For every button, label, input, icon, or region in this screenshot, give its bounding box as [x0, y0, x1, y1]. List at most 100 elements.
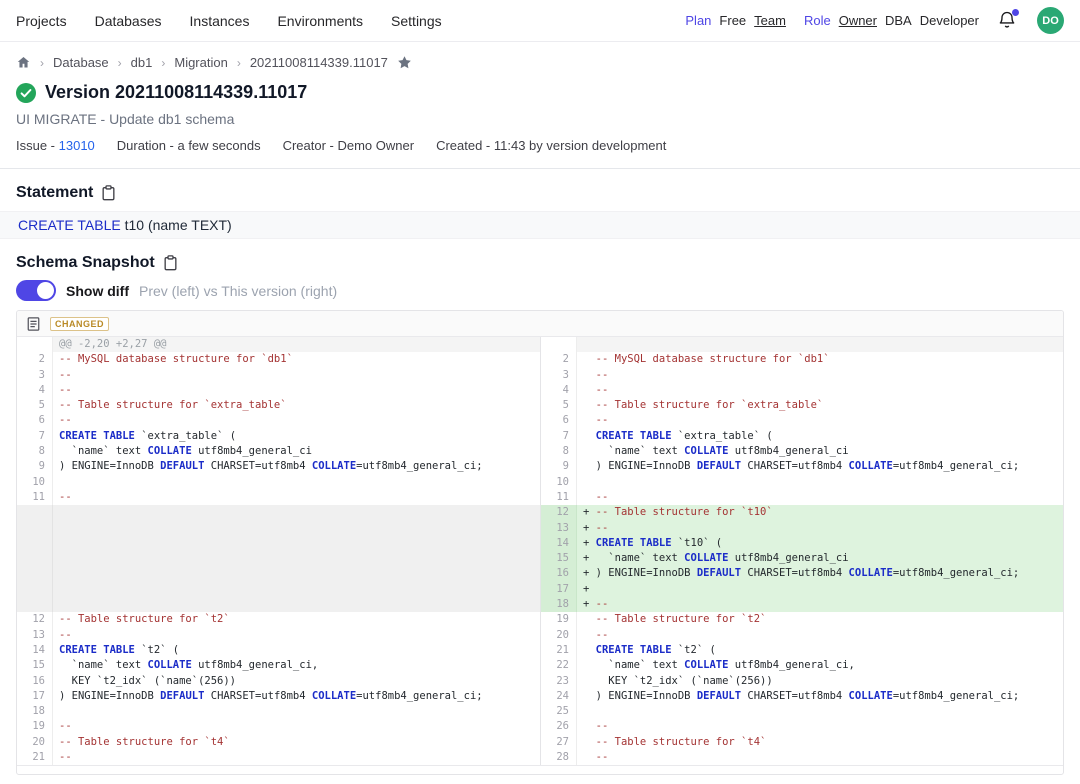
notifications-button[interactable] — [997, 10, 1019, 32]
issue-link[interactable]: 13010 — [59, 138, 95, 153]
copy-statement-button[interactable] — [101, 185, 116, 201]
line-number — [17, 337, 53, 352]
line-content: -- — [577, 628, 1063, 643]
show-diff-toggle[interactable] — [16, 280, 56, 301]
version-header: Version 20211008114339.11017 — [16, 82, 1064, 103]
nav-item-instances[interactable]: Instances — [190, 13, 250, 29]
line-content — [53, 551, 540, 566]
diff-line: 12-- Table structure for `t2` — [17, 612, 540, 627]
role-option-owner[interactable]: Owner — [839, 13, 877, 28]
line-content — [53, 597, 540, 612]
diff-toggle-row: Show diff Prev (left) vs This version (r… — [16, 280, 1064, 301]
diff-line: 18 — [17, 704, 540, 719]
diff-line: 4 -- — [541, 383, 1063, 398]
diff-line-placeholder — [17, 597, 540, 612]
line-number: 16 — [541, 566, 577, 581]
line-content — [577, 337, 1063, 352]
line-content: CREATE TABLE `t2` ( — [577, 643, 1063, 658]
diff-line: 20-- Table structure for `t4` — [17, 735, 540, 750]
diff-line: 24 ) ENGINE=InnoDB DEFAULT CHARSET=utf8m… — [541, 689, 1063, 704]
line-content: -- Table structure for `t2` — [577, 612, 1063, 627]
diff-line: 6-- — [17, 413, 540, 428]
diff-header: CHANGED — [17, 311, 1063, 337]
line-number: 17 — [17, 689, 53, 704]
diff-hunk-header: @@ -2,20 +2,27 @@ — [17, 337, 540, 352]
diff-body[interactable]: @@ -2,20 +2,27 @@2-- MySQL database stru… — [17, 337, 1063, 765]
version-meta: Issue - 13010Duration - a few secondsCre… — [16, 138, 1064, 153]
version-subtitle: UI MIGRATE - Update db1 schema — [16, 111, 1064, 127]
line-content: -- — [53, 490, 540, 505]
line-number: 21 — [17, 750, 53, 765]
breadcrumb: ›Database›db1›Migration›20211008114339.1… — [16, 55, 1064, 70]
line-number: 9 — [541, 459, 577, 474]
statement-section-header: Statement — [16, 184, 1064, 202]
breadcrumb-item[interactable]: 20211008114339.11017 — [250, 55, 388, 70]
line-number: 19 — [541, 612, 577, 627]
line-content: -- — [577, 490, 1063, 505]
diff-line-placeholder — [17, 536, 540, 551]
breadcrumb-item[interactable]: db1 — [131, 55, 153, 70]
diff-line: 11-- — [17, 490, 540, 505]
diff-line: 26 -- — [541, 719, 1063, 734]
diff-line: 7 CREATE TABLE `extra_table` ( — [541, 429, 1063, 444]
statement-title: Statement — [16, 184, 93, 202]
line-content: ) ENGINE=InnoDB DEFAULT CHARSET=utf8mb4 … — [53, 459, 540, 474]
line-number: 10 — [17, 475, 53, 490]
line-content — [53, 505, 540, 520]
favorite-star-icon[interactable] — [397, 55, 412, 70]
diff-line: 27 -- Table structure for `t4` — [541, 735, 1063, 750]
line-number: 7 — [541, 429, 577, 444]
diff-line: 9) ENGINE=InnoDB DEFAULT CHARSET=utf8mb4… — [17, 459, 540, 474]
snapshot-title: Schema Snapshot — [16, 254, 155, 272]
toggle-knob — [37, 282, 54, 299]
line-number: 24 — [541, 689, 577, 704]
avatar[interactable]: DO — [1037, 7, 1064, 34]
role-option-dba[interactable]: DBA — [885, 13, 912, 28]
breadcrumb-item[interactable]: Migration — [174, 55, 227, 70]
line-content: -- Table structure for `extra_table` — [53, 398, 540, 413]
line-number: 6 — [17, 413, 53, 428]
line-content: @@ -2,20 +2,27 @@ — [53, 337, 540, 352]
line-number: 5 — [541, 398, 577, 413]
diff-line: 19 -- Table structure for `t2` — [541, 612, 1063, 627]
line-content: KEY `t2_idx` (`name`(256)) — [53, 674, 540, 689]
line-number: 25 — [541, 704, 577, 719]
file-icon — [27, 317, 40, 331]
line-content — [53, 521, 540, 536]
line-number: 12 — [541, 505, 577, 520]
line-number: 15 — [17, 658, 53, 673]
line-content: -- Table structure for `extra_table` — [577, 398, 1063, 413]
line-number — [17, 521, 53, 536]
diff-line-added: 17+ — [541, 582, 1063, 597]
breadcrumb-item[interactable]: Database — [53, 55, 109, 70]
line-number — [17, 536, 53, 551]
plan-upgrade-link[interactable]: Team — [754, 13, 786, 28]
line-content — [53, 475, 540, 490]
line-number: 2 — [17, 352, 53, 367]
diff-line: 6 -- — [541, 413, 1063, 428]
diff-line: 20 -- — [541, 628, 1063, 643]
diff-line: 2-- MySQL database structure for `db1` — [17, 352, 540, 367]
diff-line: 10 — [541, 475, 1063, 490]
line-number: 11 — [17, 490, 53, 505]
nav-item-databases[interactable]: Databases — [95, 13, 162, 29]
line-content: + -- Table structure for `t10` — [577, 505, 1063, 520]
home-icon[interactable] — [16, 55, 31, 70]
line-number — [17, 566, 53, 581]
plan-value: Free — [719, 13, 746, 28]
nav-item-environments[interactable]: Environments — [277, 13, 363, 29]
diff-line: 15 `name` text COLLATE utf8mb4_general_c… — [17, 658, 540, 673]
line-number: 8 — [17, 444, 53, 459]
page-title: Version 20211008114339.11017 — [45, 82, 307, 103]
line-number: 23 — [541, 674, 577, 689]
role-option-developer[interactable]: Developer — [920, 13, 979, 28]
nav-item-settings[interactable]: Settings — [391, 13, 442, 29]
diff-line: 8 `name` text COLLATE utf8mb4_general_ci — [17, 444, 540, 459]
line-number: 27 — [541, 735, 577, 750]
nav-item-projects[interactable]: Projects — [16, 13, 67, 29]
line-content: -- — [577, 750, 1063, 765]
breadcrumb-separator: › — [237, 56, 241, 70]
diff-line: 2 -- MySQL database structure for `db1` — [541, 352, 1063, 367]
clipboard-icon — [101, 185, 116, 201]
copy-snapshot-button[interactable] — [163, 255, 178, 271]
